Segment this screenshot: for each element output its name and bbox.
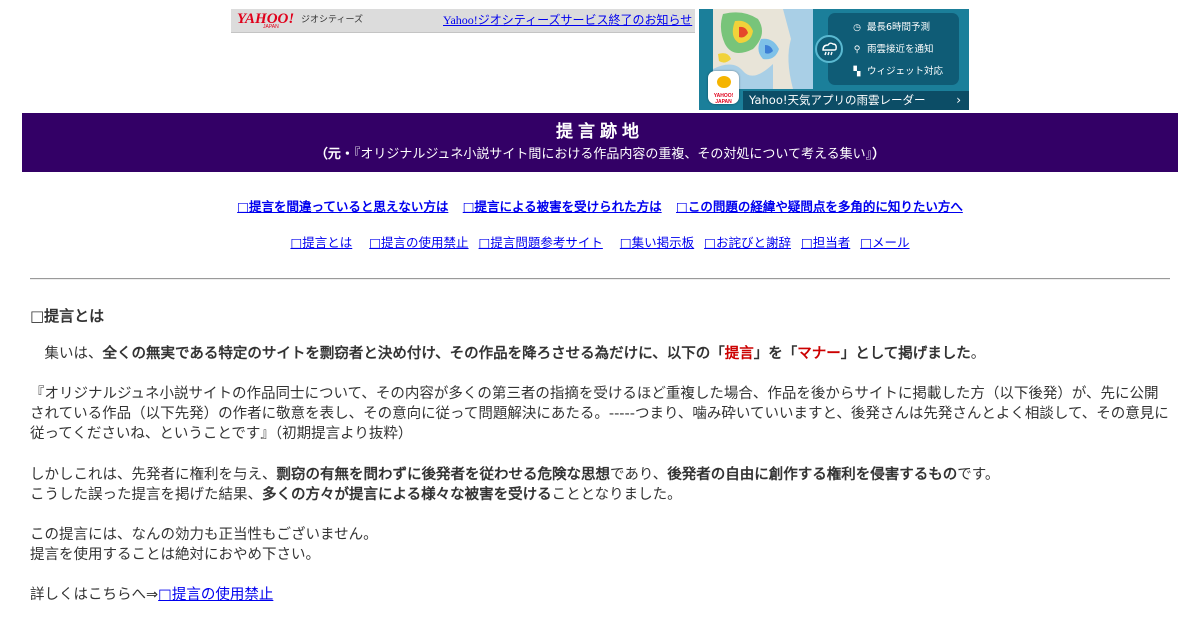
nav-link-apology[interactable]: □お詫びと謝辞	[704, 235, 791, 250]
rain-cloud-icon	[815, 35, 843, 63]
nav-link-ban[interactable]: □提言の使用禁止	[369, 235, 468, 250]
geocities-label: ジオシティーズ	[301, 14, 364, 24]
nav-link-reference-sites[interactable]: □提言問題参考サイト	[479, 235, 603, 250]
location-pin-icon: ⚲	[853, 45, 861, 55]
quoted-proposal-paragraph: 『オリジナルジュネ小説サイトの作品同士について、その内容が多くの第三者の指摘を受…	[30, 386, 1169, 442]
horizontal-divider	[30, 278, 1170, 280]
details-paragraph: 詳しくはこちらへ⇒□提言の使用禁止	[30, 587, 274, 603]
chevron-right-icon: ›	[956, 93, 961, 107]
nav-link-disagree[interactable]: □提言を間違っていると思えない方は	[237, 199, 448, 214]
sun-icon	[717, 76, 731, 88]
intro-paragraph: 集いは、全くの無実である特定のサイトを剽窃者と決め付け、その作品を降ろさせる為だ…	[30, 346, 986, 362]
ad-cta-button[interactable]: Yahoo!天気アプリの雨雲レーダー ›	[743, 91, 969, 110]
criticism-paragraph: しかしこれは、先発者に権利を与え、剽窃の有無を問わずに後発者を従わせる危険な思想…	[30, 467, 1000, 503]
ad-cta-label: Yahoo!天気アプリの雨雲レーダー	[749, 93, 926, 107]
highlight-teigen: 提言	[724, 346, 754, 362]
nav-link-staff[interactable]: □担当者	[801, 235, 850, 250]
warning-paragraph: この提言には、なんの効力も正当性もございません。 提言を使用することは絶対におやめ…	[30, 527, 378, 563]
yahoo-weather-app-icon: YAHOO! JAPAN	[708, 71, 739, 105]
section-heading: □提言とは	[30, 307, 105, 325]
ad-feature-notify: ⚲ 雨雲接近を通知	[851, 44, 934, 56]
primary-nav: □提言を間違っていると思えない方は □提言による被害を受けられた方は □この問題…	[0, 198, 1200, 216]
highlight-manner: マナー	[797, 346, 841, 362]
ad-feature-forecast: ◷ 最長6時間予測	[851, 22, 930, 34]
nav-link-about[interactable]: □提言とは	[290, 235, 352, 250]
nav-link-bbs[interactable]: □集い掲示板	[620, 235, 694, 250]
geocities-end-notice-link[interactable]: Yahoo!ジオシティーズサービス終了のお知らせ	[443, 12, 692, 28]
site-title: 提言跡地	[556, 122, 644, 142]
geocities-bar: YAHOO! JAPAN ジオシティーズ Yahoo!ジオシティーズサービス終了…	[231, 9, 695, 33]
yahoo-logo-sub: JAPAN	[263, 24, 279, 30]
nav-link-mail[interactable]: □メール	[860, 235, 909, 250]
site-subtitle: （元・『オリジナルジュネ小説サイト間における作品内容の重複、その対処について考え…	[314, 147, 886, 162]
weather-app-ad[interactable]: YAHOO! JAPAN ◷ 最長6時間予測 ⚲ 雨雲接近を通知 ▚ ウィジェット対応…	[699, 9, 969, 110]
site-banner: 提言跡地 （元・『オリジナルジュネ小説サイト間における作品内容の重複、その対処に…	[22, 113, 1178, 172]
secondary-nav: □提言とは □提言の使用禁止 □提言問題参考サイト □集い掲示板 □お詫びと謝辞…	[0, 234, 1200, 252]
nav-link-background[interactable]: □この問題の経緯や疑問点を多角的に知りたい方へ	[676, 199, 963, 214]
ban-details-link[interactable]: □提言の使用禁止	[158, 587, 273, 603]
ad-feature-widget: ▚ ウィジェット対応	[851, 66, 943, 78]
nav-link-victims[interactable]: □提言による被害を受けられた方は	[463, 199, 662, 214]
widget-icon: ▚	[853, 67, 861, 77]
clock-icon: ◷	[853, 23, 861, 33]
app-icon-label: YAHOO! JAPAN	[713, 93, 734, 105]
